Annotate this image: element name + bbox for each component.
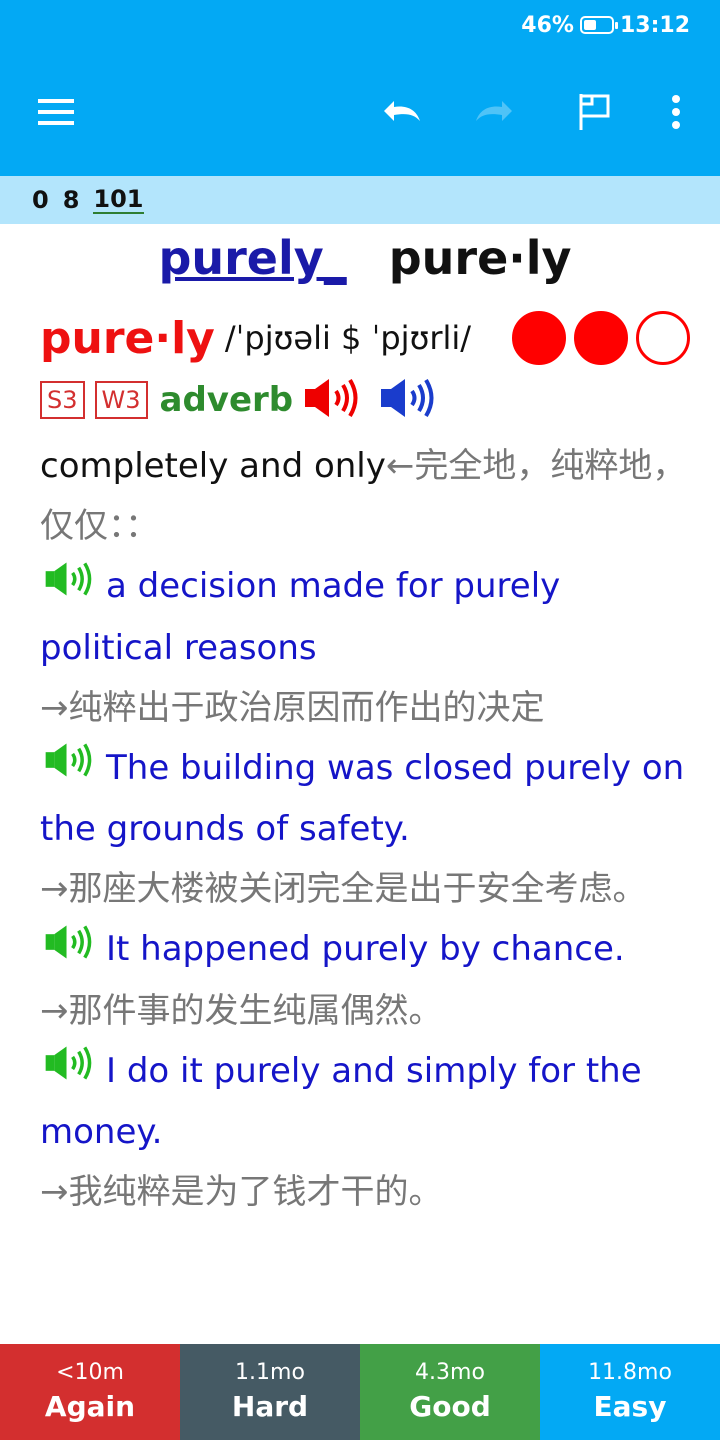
easy-label: Easy [593,1390,667,1423]
example-sentence: I do it purely and simply for the money. [40,1041,690,1163]
frequency-dot-filled [512,311,566,365]
example-translation: →纯粹出于政治原因而作出的决定 [40,687,545,728]
example-sentence: a decision made for purely political rea… [40,556,690,678]
app-bar: 46% 13:12 [0,0,720,176]
part-of-speech: adverb [159,380,294,420]
example-text: It happened purely by chance. [106,929,625,969]
definition: completely and only←完全地，纯粹地，仅仅：： [40,436,690,556]
speaker-british-icon[interactable] [303,375,363,425]
example-sentence: The building was closed purely on the gr… [40,738,690,860]
easy-button[interactable]: 11.8mo Easy [540,1344,720,1440]
definition-english: completely and only [40,446,386,486]
redo-icon[interactable] [472,88,520,136]
example-translation: →那件事的发生纯属偶然。 [40,990,443,1031]
example-sentence: It happened purely by chance. [40,919,690,981]
learn-count: 8 [62,186,80,214]
headword-row: purely_ pure·ly [40,226,690,290]
new-count: 0 [32,186,49,214]
again-label: Again [44,1390,136,1423]
frequency-dot-filled [574,311,628,365]
headword-syllabified: pure·ly [388,231,572,285]
speaker-example-icon[interactable] [40,558,100,618]
answer-buttons: <10m Again 1.1mo Hard 4.3mo Good 11.8mo … [0,1344,720,1440]
clock: 13:12 [619,12,690,38]
written-frequency-tag: W3 [94,381,148,419]
hard-interval: 1.1mo [235,1360,305,1385]
hard-label: Hard [231,1390,309,1423]
undo-icon[interactable] [376,88,424,136]
pronunciation: /ˈpjʊəli $ ˈpjʊrli/ [224,319,472,357]
frequency-indicator [512,311,690,365]
example-text: The building was closed purely on the gr… [40,747,685,850]
status-bar: 46% 13:12 [521,10,690,40]
good-label: Good [409,1390,491,1423]
example-text: I do it purely and simply for the money. [40,1050,642,1153]
good-interval: 4.3mo [415,1360,485,1385]
frequency-dot-empty [636,311,690,365]
speaker-example-icon[interactable] [40,739,100,799]
easy-interval: 11.8mo [588,1360,672,1385]
good-button[interactable]: 4.3mo Good [360,1344,540,1440]
example-text: a decision made for purely political rea… [40,566,561,668]
more-vert-icon[interactable] [652,88,700,136]
battery-percent: 46% [521,12,574,38]
example-list: a decision made for purely political rea… [40,556,690,1222]
menu-icon[interactable] [32,88,80,136]
again-interval: <10m [56,1360,124,1385]
battery-icon [579,16,618,34]
again-button[interactable]: <10m Again [0,1344,180,1440]
flag-icon[interactable] [570,88,618,136]
speaker-american-icon[interactable] [379,375,439,425]
hard-button[interactable]: 1.1mo Hard [180,1344,360,1440]
entry-header: pure·ly /ˈpjʊəli $ ˈpjʊrli/ [40,308,690,368]
example-translation: →那座大楼被关闭完全是出于安全考虑。 [40,869,647,909]
card-content: purely_ pure·ly pure·ly /ˈpjʊəli $ ˈpjʊr… [40,224,690,1222]
spoken-frequency-tag: S3 [40,381,85,419]
entry-word: pure·ly [40,312,215,364]
headword-link[interactable]: purely_ [158,231,346,285]
deck-counts: 0 8 101 [0,176,720,224]
tag-row: S3 W3 adverb [40,376,690,424]
review-count: 101 [93,185,144,214]
example-translation: →我纯粹是为了钱才干的。 [40,1172,443,1212]
speaker-example-icon[interactable] [40,1042,100,1102]
speaker-example-icon[interactable] [40,921,100,981]
